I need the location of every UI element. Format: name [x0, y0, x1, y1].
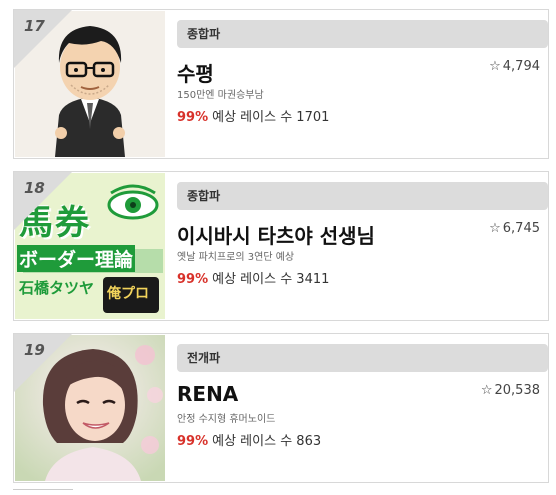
star-outline-icon: ☆ — [480, 383, 493, 398]
predictor-name[interactable]: 수평 — [177, 58, 214, 87]
hit-percent: 99% — [177, 434, 209, 449]
predictor-description: 옛날 파치프로의 3연단 예상 — [177, 252, 295, 263]
style-tag: 종합파 — [177, 182, 548, 210]
stat-label: 예상 레이스 수 — [212, 434, 293, 449]
style-tag: 종합파 — [177, 20, 548, 48]
rank-number: 18 — [24, 179, 45, 197]
rating: ☆ 20,538 — [481, 383, 540, 398]
logo-line2: ボーダー理論 — [17, 245, 136, 272]
hit-percent: 99% — [177, 110, 209, 125]
star-outline-icon: ☆ — [489, 59, 501, 74]
stat-value: 1701 — [296, 110, 330, 125]
logo-line3: 石橋タツヤ — [19, 279, 95, 297]
predictor-description: 150만엔 마권승부남 — [177, 90, 264, 101]
rating-count: 6,745 — [502, 221, 540, 236]
rank-number: 19 — [24, 341, 45, 359]
star-outline-icon: ☆ — [489, 221, 501, 236]
predictor-name[interactable]: 이시바시 타츠야 선생님 — [177, 220, 375, 249]
style-tag: 전개파 — [177, 344, 548, 372]
stat-value: 3411 — [296, 272, 330, 287]
stat-label: 예상 레이스 수 — [212, 110, 293, 125]
rating: ☆ 4,794 — [489, 59, 540, 74]
race-stat: 99% 예상 레이스 수 863 — [177, 430, 321, 449]
predictor-name[interactable]: RENA — [177, 382, 238, 406]
predictor-card[interactable]: 馬券 ボーダー理論 石橋タツヤ 俺プロ 18 종합파 이시바시 타츠야 선생님 … — [13, 171, 549, 321]
logo-badge: 俺プロ — [107, 286, 149, 302]
rating-count: 20,538 — [494, 383, 541, 398]
race-stat: 99% 예상 레이스 수 3411 — [177, 268, 329, 287]
race-stat: 99% 예상 레이스 수 1701 — [177, 106, 329, 125]
divider — [13, 489, 73, 490]
predictor-card[interactable]: 17 종합파 수평 ☆ 4,794 150만엔 마권승부남 99% 예상 레이스 수… — [13, 9, 549, 159]
stat-value: 863 — [296, 434, 322, 449]
rating-count: 4,794 — [502, 59, 540, 74]
predictor-card[interactable]: 19 전개파 RENA ☆ 20,538 안정 수지형 휴머노이드 99% 예상 레… — [13, 333, 549, 483]
hit-percent: 99% — [177, 272, 209, 287]
rank-number: 17 — [24, 17, 45, 35]
stat-label: 예상 레이스 수 — [212, 272, 293, 287]
rating: ☆ 6,745 — [489, 221, 540, 236]
predictor-description: 안정 수지형 휴머노이드 — [177, 414, 276, 425]
